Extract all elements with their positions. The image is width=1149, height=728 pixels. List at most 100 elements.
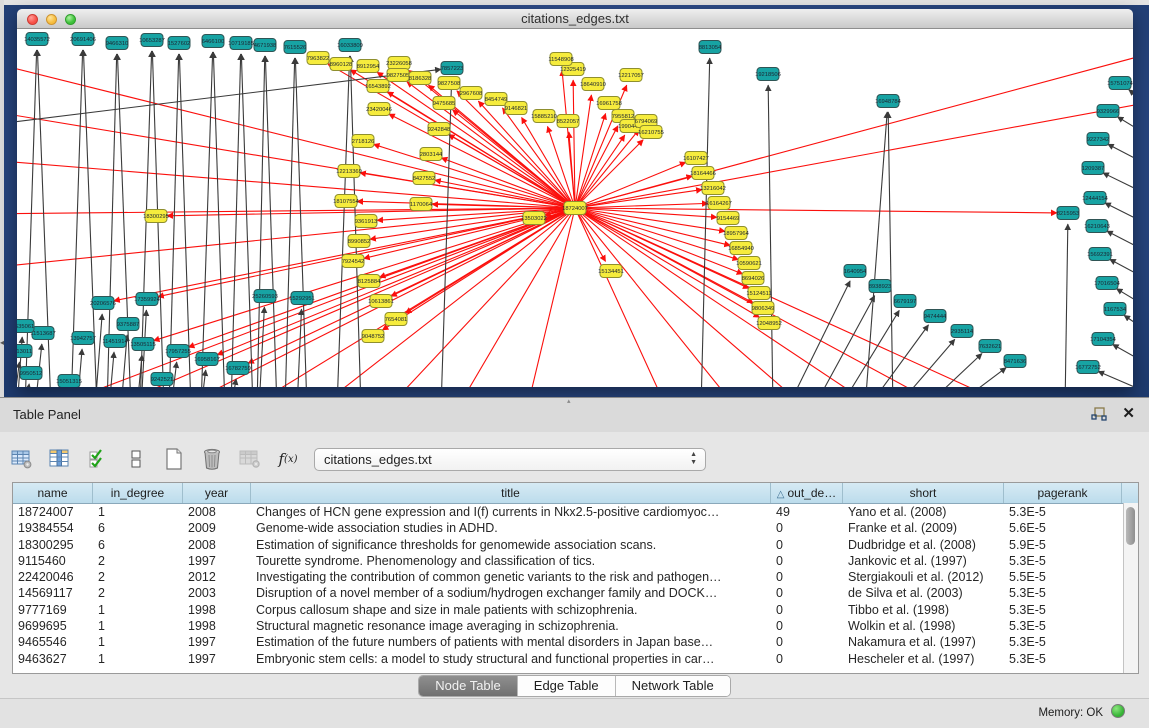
network-edge[interactable]	[169, 54, 179, 387]
network-node[interactable]: 9375887	[117, 318, 140, 331]
panel-resize-grip[interactable]: ▴	[567, 397, 571, 405]
network-node[interactable]: 16948784	[875, 95, 902, 108]
show-hide-columns-icon[interactable]	[48, 447, 72, 471]
close-panel-icon[interactable]: ✕	[1122, 404, 1135, 422]
network-node[interactable]: 15292951	[289, 292, 315, 305]
network-node[interactable]: 23420046	[366, 103, 392, 116]
network-node[interactable]: 16210643	[1084, 220, 1110, 233]
network-edge[interactable]	[17, 159, 575, 208]
network-node[interactable]: 9827508	[438, 77, 461, 90]
network-node[interactable]: 8471636	[1004, 355, 1027, 368]
network-node[interactable]: 2967608	[460, 87, 483, 100]
network-edge[interactable]	[527, 208, 575, 387]
network-edge[interactable]	[387, 208, 575, 387]
network-node[interactable]: 18107554	[333, 195, 360, 208]
network-node[interactable]: 8215953	[1057, 207, 1080, 220]
column-header-title[interactable]: title	[251, 483, 771, 503]
network-node[interactable]: 9827505	[387, 69, 410, 82]
network-node[interactable]: 8990852	[348, 235, 371, 248]
network-edge[interactable]	[1065, 224, 1068, 387]
column-header-year[interactable]: year	[183, 483, 251, 503]
network-node[interactable]: 1527602	[168, 37, 191, 50]
network-node[interactable]: 16782759	[225, 362, 251, 375]
network-edge[interactable]	[888, 112, 893, 387]
network-node[interactable]: 15134451	[598, 265, 624, 278]
network-node[interactable]: 15885210	[531, 110, 557, 123]
network-canvas[interactable]: 1872400779638228960128891295423226058982…	[17, 29, 1133, 387]
network-edge[interactable]	[1117, 117, 1133, 147]
table-row[interactable]: 1830029562008Estimation of significance …	[13, 537, 1138, 553]
network-node[interactable]: 2718126	[352, 135, 375, 148]
network-node[interactable]: 18724007	[562, 202, 588, 215]
network-node[interactable]: 17016504	[1094, 277, 1121, 290]
network-node[interactable]: 9466310	[106, 37, 129, 50]
network-node[interactable]: 8960128	[330, 58, 353, 71]
column-header-short[interactable]: short	[843, 483, 1004, 503]
network-edge[interactable]	[265, 56, 277, 387]
network-node[interactable]: 17104354	[1090, 333, 1117, 346]
network-node[interactable]: 16543892	[365, 80, 391, 93]
network-node[interactable]: 10613861	[368, 295, 394, 308]
table-settings-icon[interactable]	[10, 447, 34, 471]
network-edge[interactable]	[1124, 315, 1133, 345]
network-node[interactable]: 9048752	[362, 330, 385, 343]
network-node[interactable]: 11451914	[102, 335, 128, 348]
network-node[interactable]: 10653287	[139, 34, 165, 47]
table-row[interactable]: 946362711997Embryonic stem cells: a mode…	[13, 651, 1138, 667]
network-node[interactable]: 12048952	[756, 317, 782, 330]
network-node[interactable]: 16958167	[194, 353, 220, 366]
network-node[interactable]: 10590621	[736, 257, 762, 270]
delete-table-icon[interactable]	[200, 447, 224, 471]
table-row[interactable]: 1938455462009Genome-wide association stu…	[13, 520, 1138, 536]
network-edge[interactable]	[1108, 144, 1133, 175]
table-row[interactable]: 2242004622012Investigating the contribut…	[13, 569, 1138, 585]
network-node[interactable]: 9475685	[433, 97, 456, 110]
network-edge[interactable]	[701, 58, 710, 387]
network-edge[interactable]	[1129, 90, 1133, 119]
network-node[interactable]: 9950512	[20, 367, 43, 380]
network-node[interactable]: 16772752	[1075, 361, 1101, 374]
network-edge[interactable]	[17, 109, 575, 208]
network-edge[interactable]	[337, 56, 350, 387]
network-edge[interactable]	[241, 54, 253, 387]
table-row[interactable]: 1872400712008Changes of HCN gene express…	[13, 504, 1138, 520]
network-node[interactable]: 9227342	[1087, 133, 1110, 146]
network-node[interactable]: 1170064	[410, 198, 433, 211]
tab-edge-table[interactable]: Edge Table	[518, 676, 616, 696]
network-edge[interactable]	[109, 352, 114, 387]
memory-status-indicator[interactable]	[1111, 704, 1125, 718]
network-node[interactable]: 16033809	[337, 39, 363, 52]
column-header-in_degree[interactable]: in_degree	[93, 483, 183, 503]
network-node[interactable]: 9242848	[428, 123, 451, 136]
network-node[interactable]: 18957964	[723, 227, 750, 240]
network-edge[interactable]	[179, 54, 191, 387]
tab-node-table[interactable]: Node Table	[419, 676, 518, 696]
network-edge[interactable]	[373, 144, 575, 208]
table-selector-dropdown[interactable]: citations_edges.txt ▲▼	[314, 448, 706, 471]
network-node[interactable]: 8427552	[413, 172, 436, 185]
table-row[interactable]: 1456911722003Disruption of a novel membe…	[13, 585, 1138, 601]
function-builder-icon[interactable]: f(x)	[276, 447, 300, 471]
network-node[interactable]: 13942757	[70, 332, 96, 345]
table-row[interactable]: 946554611997Estimation of the future num…	[13, 634, 1138, 650]
network-edge[interactable]	[285, 58, 295, 387]
network-edge[interactable]	[951, 368, 1006, 387]
network-node[interactable]: 15124511	[746, 287, 771, 300]
network-node[interactable]: 16164267	[706, 197, 732, 210]
network-node[interactable]: 17957255	[165, 345, 191, 358]
network-node[interactable]: 1209387	[1082, 162, 1105, 175]
float-panel-icon[interactable]	[1091, 407, 1107, 421]
network-node[interactable]: 15692391	[1087, 248, 1113, 261]
network-edge[interactable]	[867, 325, 929, 387]
network-edge[interactable]	[865, 112, 887, 387]
network-edge[interactable]	[575, 208, 1017, 387]
network-window-titlebar[interactable]: citations_edges.txt	[17, 9, 1133, 29]
network-node[interactable]: 9361913	[355, 215, 378, 228]
tab-network-table[interactable]: Network Table	[616, 676, 730, 696]
network-node[interactable]: 16107427	[683, 152, 709, 165]
network-node[interactable]: 7857223	[441, 62, 464, 75]
network-node[interactable]: 7632621	[979, 340, 1002, 353]
network-node[interactable]: 7615526	[284, 41, 307, 54]
network-node[interactable]: 17359924	[134, 293, 161, 306]
network-node[interactable]: 3913011	[17, 345, 32, 358]
